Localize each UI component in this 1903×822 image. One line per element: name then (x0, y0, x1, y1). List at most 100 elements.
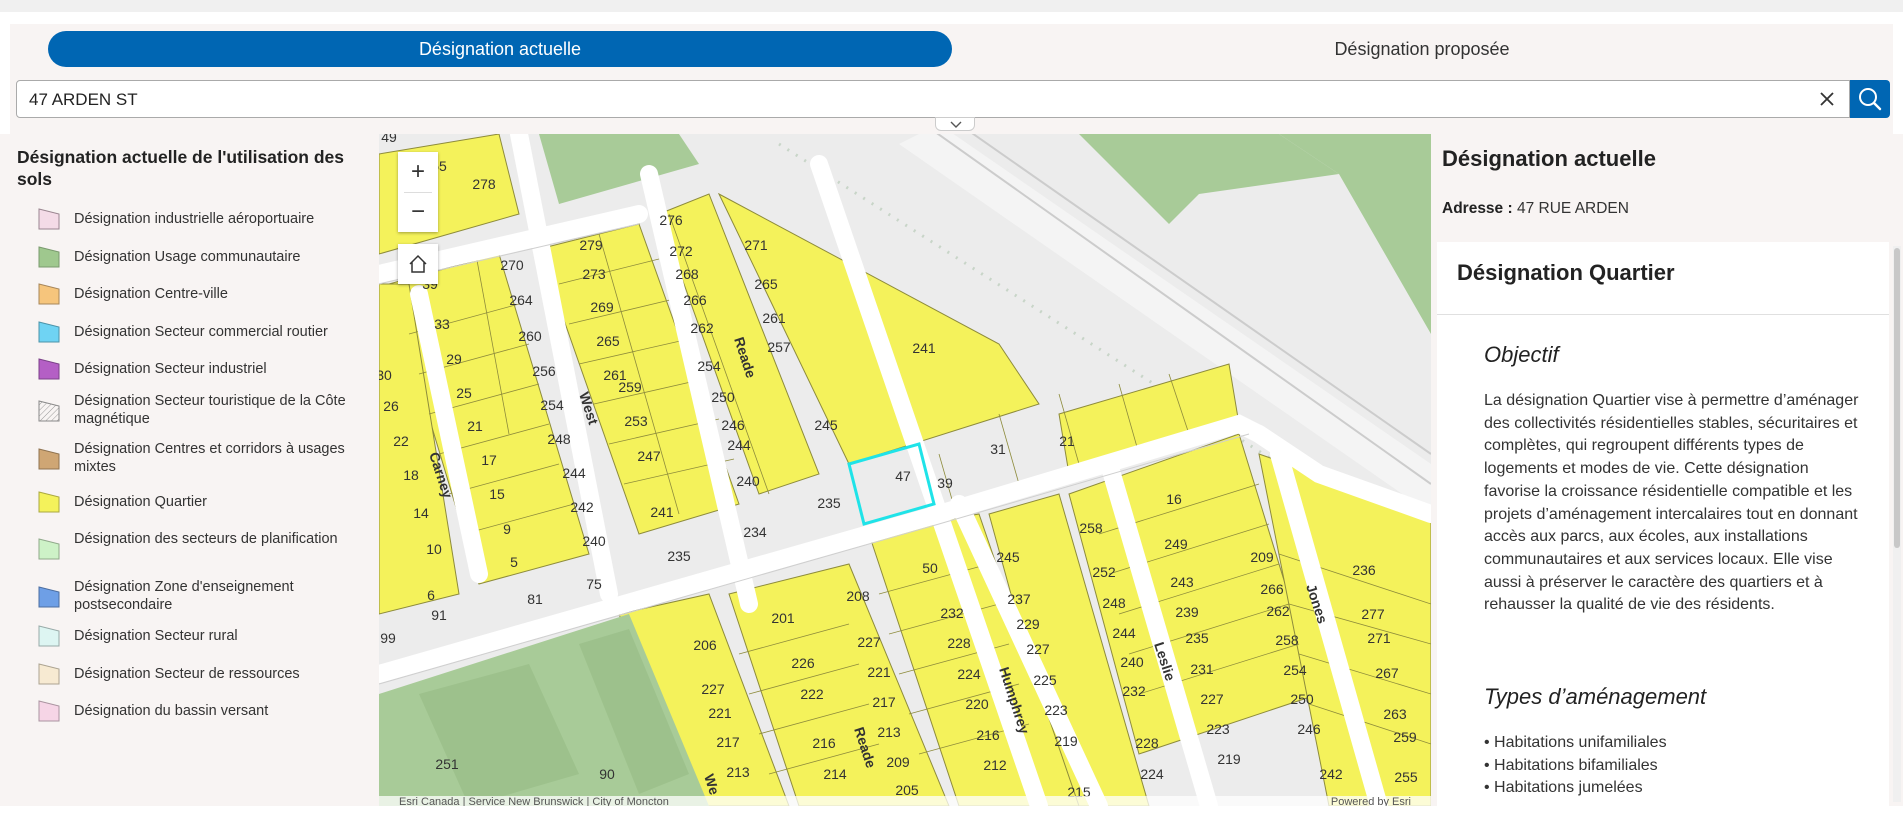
lot-number: 250 (711, 389, 735, 405)
legend-label: Désignation Secteur industriel (74, 361, 267, 377)
legend-swatch (38, 700, 60, 722)
lot-number: 217 (716, 734, 740, 750)
legend-label: Désignation Quartier (74, 494, 207, 510)
home-icon (409, 254, 427, 273)
attribution-text: Esri Canada | Service New Brunswick | Ci… (399, 796, 669, 806)
legend-item: Désignation Secteur touristique de la Cô… (38, 393, 358, 436)
details-panel: Désignation actuelle Adresse : 47 RUE AR… (1431, 134, 1903, 822)
powered-by-link[interactable]: Powered by Esri (1331, 796, 1411, 806)
lot-number: 223 (1044, 702, 1068, 718)
legend-label: Désignation des secteurs de planificatio… (74, 531, 338, 547)
lot-number: 236 (1352, 562, 1376, 578)
lot-number: 227 (701, 681, 725, 697)
address-line: Adresse : 47 RUE ARDEN (1442, 200, 1629, 218)
lot-number: 201 (771, 610, 795, 626)
lot-number: 232 (1122, 683, 1146, 699)
lot-number: 242 (570, 499, 594, 515)
lot-number: 31 (990, 441, 1006, 457)
list-item: • Habitations bifamiliales (1484, 756, 1658, 774)
legend-swatch (38, 625, 60, 647)
close-icon[interactable] (1815, 87, 1839, 111)
lot-number: 47 (895, 468, 911, 484)
lot-number: 227 (857, 634, 881, 650)
lot-number: 272 (669, 243, 693, 259)
legend-swatch (38, 586, 60, 608)
lot-number: 260 (518, 328, 542, 344)
search-box (16, 80, 1850, 119)
zoom-out-button[interactable]: − (398, 192, 438, 232)
legend-label: Désignation Centres et corridors à usage… (74, 441, 345, 475)
zoom-control: + − (398, 152, 438, 232)
lot-number: 225 (1033, 672, 1057, 688)
lot-number: 247 (637, 448, 661, 464)
lot-number: 264 (509, 292, 533, 308)
lot-number: 15 (489, 486, 505, 502)
zoom-in-button[interactable]: + (398, 152, 438, 192)
lot-number: 239 (1175, 604, 1199, 620)
lot-number: 248 (1102, 595, 1126, 611)
scrollbar[interactable] (1893, 246, 1901, 802)
lot-number: 250 (1290, 691, 1314, 707)
lot-number: 227 (1026, 641, 1050, 657)
legend-item: Désignation industrielle aéroportuaire (38, 208, 358, 248)
lot-number: 246 (721, 417, 745, 433)
legend-title: Désignation actuelle de l'utilisation de… (17, 147, 345, 189)
address-label: Adresse : (1442, 200, 1513, 217)
legend-panel: Désignation actuelle de l'utilisation de… (0, 134, 379, 806)
legend-swatch (38, 491, 60, 513)
lot-number: 29 (446, 351, 462, 367)
divider (1437, 314, 1889, 315)
map-canvas: Carney West Reade Humphrey Leslie Jones … (379, 134, 1431, 806)
legend-label: Désignation Secteur de ressources (74, 666, 300, 682)
legend-label: Désignation Usage communautaire (74, 249, 301, 265)
lot-number: 75 (586, 576, 602, 592)
lot-number: 216 (812, 735, 836, 751)
map-view[interactable]: Carney West Reade Humphrey Leslie Jones … (379, 134, 1431, 806)
lot-number: 240 (582, 533, 606, 549)
lot-number: 269 (590, 299, 614, 315)
lot-number: 249 (1164, 536, 1188, 552)
lot-number: 242 (1319, 766, 1343, 782)
legend-swatch (38, 283, 60, 305)
home-button[interactable] (398, 244, 438, 284)
collapse-toggle[interactable] (935, 117, 975, 131)
designation-tabs: Désignation actuelle Désignation proposé… (48, 31, 1894, 67)
lot-number: 232 (940, 605, 964, 621)
scroll-thumb[interactable] (1894, 248, 1900, 548)
lot-number: 265 (754, 276, 778, 292)
lot-number: 219 (1217, 751, 1241, 767)
lot-number: 267 (1375, 665, 1399, 681)
legend-swatch (38, 663, 60, 685)
lot-number: 10 (426, 541, 442, 557)
lot-number: 39 (937, 475, 953, 491)
lot-number: 18 (403, 467, 419, 483)
lot-number: 244 (562, 465, 586, 481)
lot-number: 17 (481, 452, 497, 468)
search-input[interactable] (27, 81, 1791, 119)
tab-current-designation[interactable]: Désignation actuelle (48, 31, 952, 67)
lot-number: 268 (675, 266, 699, 282)
legend-swatch (38, 358, 60, 380)
lot-number: 206 (693, 637, 717, 653)
lot-number: 259 (1393, 729, 1417, 745)
legend-label: Désignation du bassin versant (74, 703, 269, 719)
search-button[interactable] (1850, 80, 1890, 118)
objective-text: La désignation Quartier vise à permettre… (1484, 392, 1859, 614)
lot-number: 262 (1266, 603, 1290, 619)
lot-number: 277 (1361, 606, 1385, 622)
lot-number: 220 (965, 696, 989, 712)
legend-swatch (38, 208, 60, 230)
lot-number: 266 (1260, 581, 1284, 597)
lot-number: 14 (413, 505, 429, 521)
legend-label: Désignation Secteur touristique de la Cô… (74, 393, 346, 427)
legend-swatch (38, 448, 60, 470)
lot-number: 49 (381, 134, 397, 145)
tab-proposed-designation[interactable]: Désignation proposée (952, 31, 1892, 67)
lot-number: 50 (922, 560, 938, 576)
chevron-down-icon (950, 121, 962, 128)
legend-item: Désignation Secteur de ressources (38, 663, 358, 703)
legend-swatch (38, 538, 60, 560)
lot-number: 244 (727, 437, 751, 453)
lot-number: 263 (1383, 706, 1407, 722)
lot-number: 228 (1135, 735, 1159, 751)
